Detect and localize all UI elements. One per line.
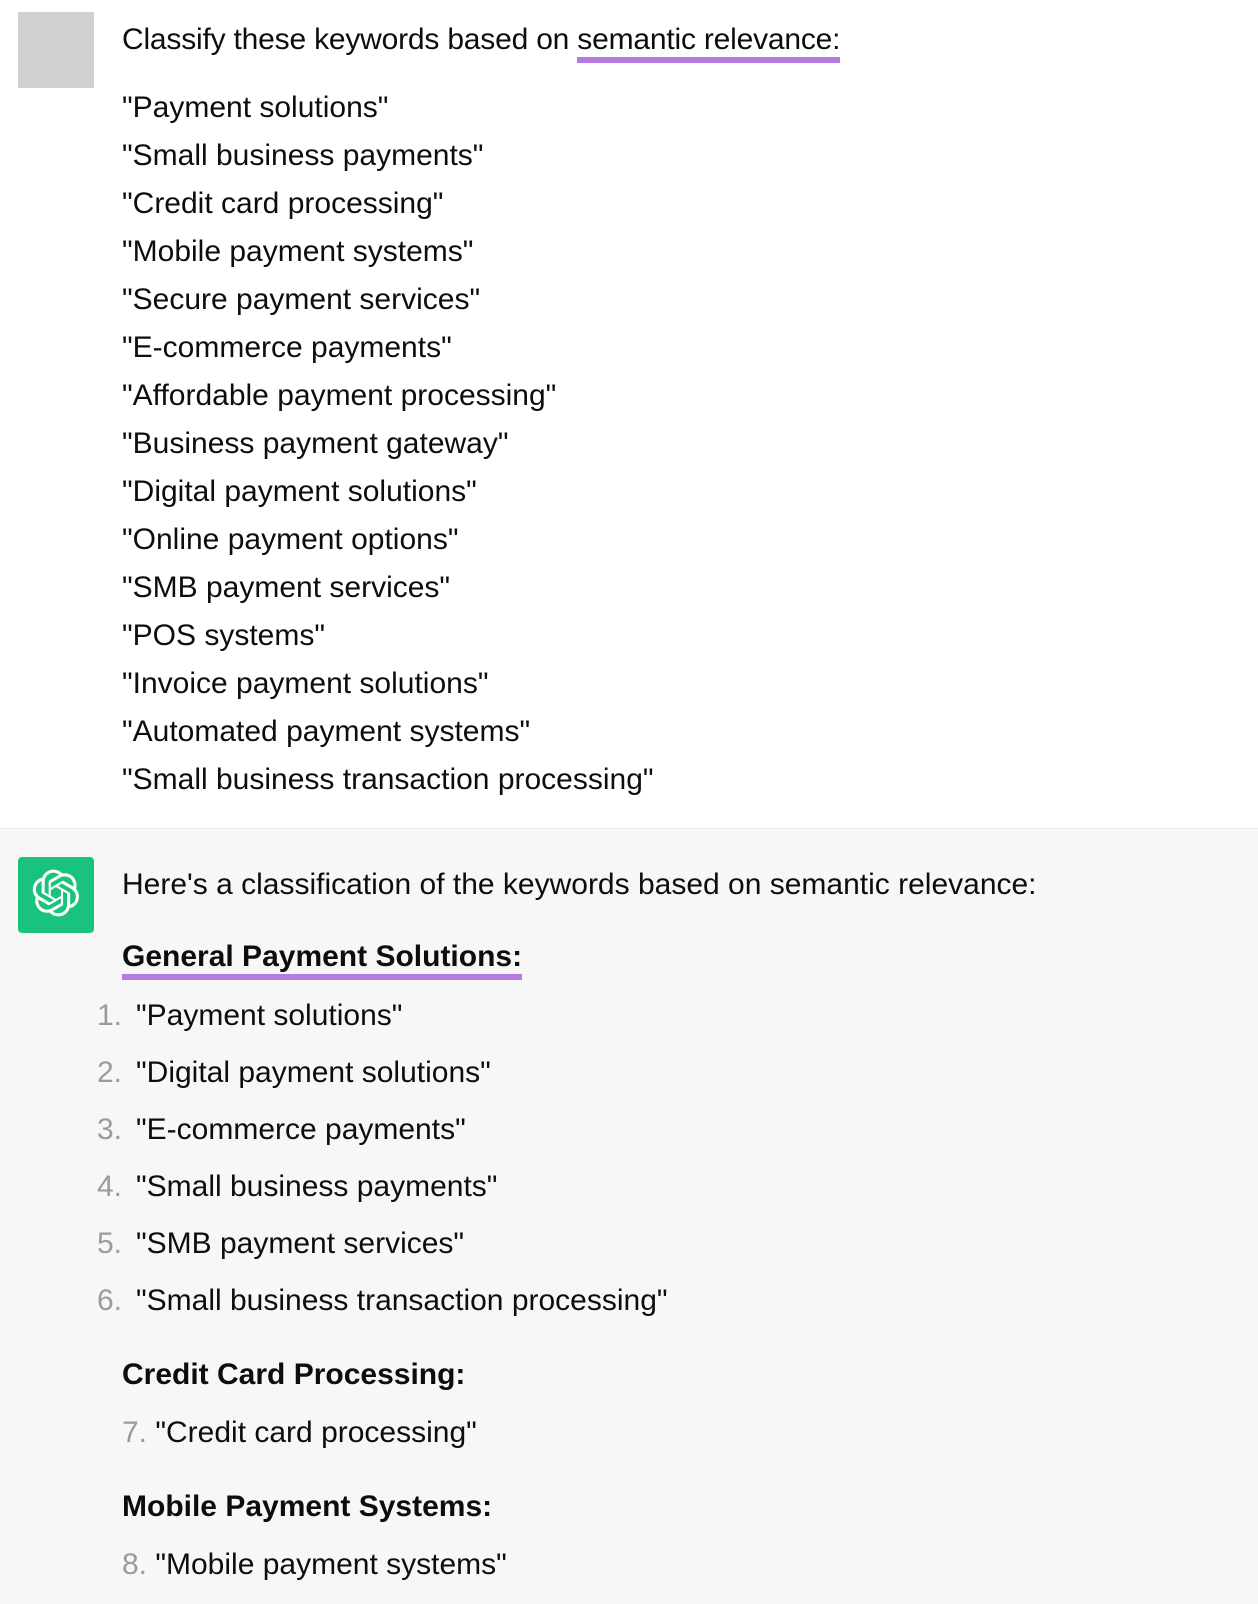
keyword-item: "Business payment gateway" xyxy=(122,420,1240,468)
list-item: 1."Payment solutions" xyxy=(88,987,1240,1044)
list-number: 1. xyxy=(88,987,122,1044)
list-item: 7. "Credit card processing" xyxy=(122,1405,1240,1461)
category-heading-credit: Credit Card Processing: xyxy=(122,1351,1240,1399)
list-number: 5. xyxy=(88,1215,122,1272)
list-text: "Digital payment solutions" xyxy=(136,1044,491,1101)
list-item: 8. "Mobile payment systems" xyxy=(122,1537,1240,1593)
openai-icon xyxy=(32,869,80,922)
list-text: "Mobile payment systems" xyxy=(155,1548,506,1581)
list-item: 6."Small business transaction processing… xyxy=(88,1272,1240,1329)
category-heading-text: General Payment Solutions: xyxy=(122,940,522,980)
keyword-item: "Affordable payment processing" xyxy=(122,372,1240,420)
response-intro: Here's a classification of the keywords … xyxy=(122,861,1240,909)
category-heading-general: General Payment Solutions: xyxy=(122,933,1240,981)
keyword-item: "E-commerce payments" xyxy=(122,324,1240,372)
list-text: "SMB payment services" xyxy=(136,1215,464,1272)
list-item: 5."SMB payment services" xyxy=(88,1215,1240,1272)
list-item: 2."Digital payment solutions" xyxy=(88,1044,1240,1101)
keyword-item: "Online payment options" xyxy=(122,516,1240,564)
category-heading-mobile: Mobile Payment Systems: xyxy=(122,1483,1240,1531)
list-text: "Credit card processing" xyxy=(155,1416,476,1449)
list-item: 3."E-commerce payments" xyxy=(88,1101,1240,1158)
user-avatar xyxy=(18,12,94,88)
keyword-item: "Small business transaction processing" xyxy=(122,756,1240,804)
list-number: 2. xyxy=(88,1044,122,1101)
list-number: 4. xyxy=(88,1158,122,1215)
list-text: "Small business payments" xyxy=(136,1158,497,1215)
category-list-general: 1."Payment solutions" 2."Digital payment… xyxy=(122,987,1240,1329)
keyword-item: "Invoice payment solutions" xyxy=(122,660,1240,708)
keyword-item: "Credit card processing" xyxy=(122,180,1240,228)
user-content: Classify these keywords based on semanti… xyxy=(122,12,1240,804)
list-text: "Small business transaction processing" xyxy=(136,1272,668,1329)
keyword-item: "POS systems" xyxy=(122,612,1240,660)
keyword-item: "Digital payment solutions" xyxy=(122,468,1240,516)
ai-content: Here's a classification of the keywords … xyxy=(122,857,1240,1592)
ai-message: Here's a classification of the keywords … xyxy=(0,829,1258,1604)
list-text: "E-commerce payments" xyxy=(136,1101,466,1158)
keyword-item: "SMB payment services" xyxy=(122,564,1240,612)
prompt-highlight: semantic relevance: xyxy=(577,23,840,63)
list-number: 7. xyxy=(122,1416,155,1449)
ai-avatar xyxy=(18,857,94,933)
category-list-credit: 7. "Credit card processing" xyxy=(122,1405,1240,1461)
list-number: 6. xyxy=(88,1272,122,1329)
keyword-item: "Automated payment systems" xyxy=(122,708,1240,756)
keyword-item: "Small business payments" xyxy=(122,132,1240,180)
list-number: 8. xyxy=(122,1548,155,1581)
keyword-item: "Mobile payment systems" xyxy=(122,228,1240,276)
user-prompt: Classify these keywords based on semanti… xyxy=(122,16,1240,64)
list-item: 4."Small business payments" xyxy=(88,1158,1240,1215)
prompt-prefix: Classify these keywords based on xyxy=(122,23,577,56)
keyword-item: "Payment solutions" xyxy=(122,84,1240,132)
category-list-mobile: 8. "Mobile payment systems" xyxy=(122,1537,1240,1593)
user-message: Classify these keywords based on semanti… xyxy=(0,0,1258,829)
keyword-list: "Payment solutions" "Small business paym… xyxy=(122,84,1240,804)
keyword-item: "Secure payment services" xyxy=(122,276,1240,324)
list-number: 3. xyxy=(88,1101,122,1158)
list-text: "Payment solutions" xyxy=(136,987,402,1044)
